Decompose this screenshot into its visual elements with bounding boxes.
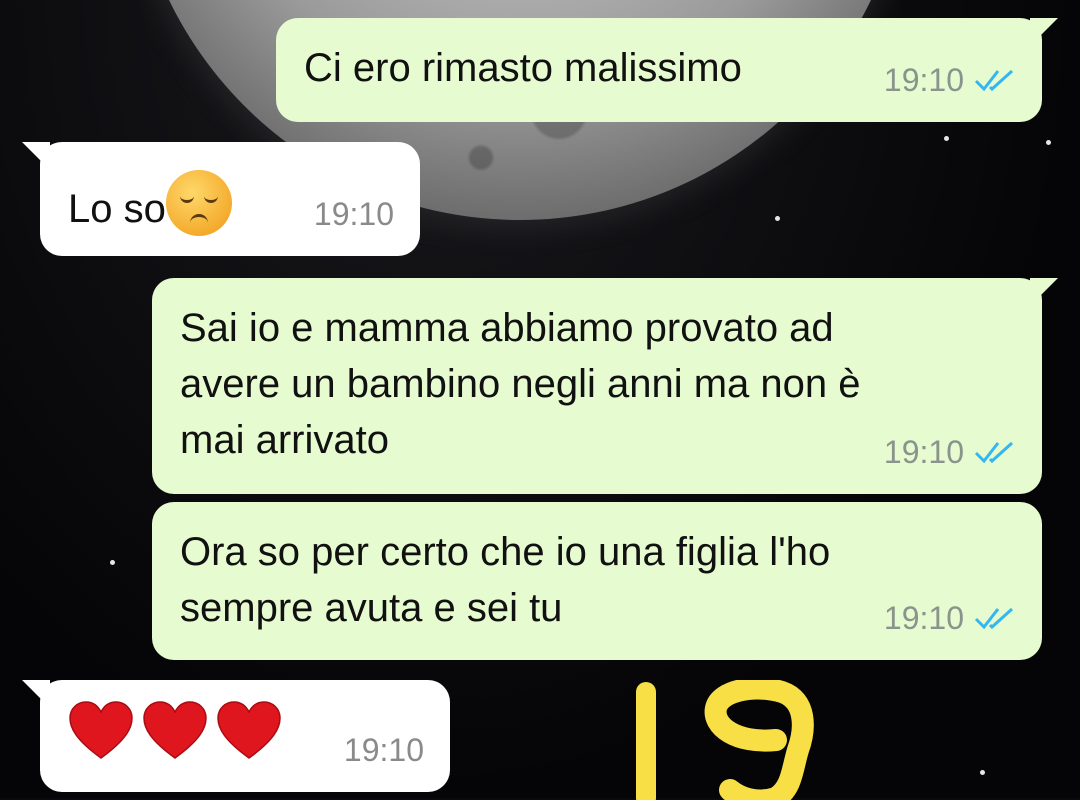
message-meta: 19:10 bbox=[884, 590, 1016, 646]
message-line: avere un bambino negli anni ma non è bbox=[180, 362, 861, 406]
red-heart-emoji-icon bbox=[69, 701, 133, 759]
message-line: Sai io e mamma abbiamo provato ad bbox=[180, 306, 834, 350]
double-check-icon bbox=[974, 441, 1014, 464]
red-heart-emoji-icon bbox=[143, 701, 207, 759]
message-bubble-outgoing[interactable]: Ci ero rimasto malissimo 19:10 bbox=[276, 18, 1058, 122]
message-time: 19:10 bbox=[343, 732, 424, 768]
message-line: Ora so per certo che io una figlia l'ho bbox=[180, 530, 831, 574]
message-bubble-outgoing[interactable]: Ora so per certo che io una figlia l'ho … bbox=[152, 502, 1042, 660]
message-content: Lo so bbox=[68, 170, 232, 237]
double-check-icon bbox=[974, 69, 1014, 92]
message-line: sempre avuta e sei tu bbox=[180, 586, 563, 630]
message-meta: 19:10 bbox=[884, 52, 1016, 108]
star-dot bbox=[775, 216, 780, 221]
message-time: 19:10 bbox=[883, 62, 964, 98]
hearts-emoji-group bbox=[68, 700, 290, 762]
star-dot bbox=[980, 770, 985, 775]
message-text: Lo so bbox=[68, 187, 166, 231]
message-time: 19:10 bbox=[313, 196, 394, 232]
handwritten-number-overlay: 19 bbox=[636, 680, 814, 800]
message-time: 19:10 bbox=[883, 434, 964, 470]
message-meta: 19:10 bbox=[344, 722, 424, 778]
message-bubble-incoming[interactable]: 19:10 bbox=[22, 680, 450, 792]
star-dot bbox=[944, 136, 949, 141]
message-line: mai arrivato bbox=[180, 418, 389, 462]
message-meta: 19:10 bbox=[884, 424, 1016, 480]
message-bubble-incoming[interactable]: Lo so 19:10 bbox=[22, 142, 420, 256]
message-bubble-outgoing[interactable]: Sai io e mamma abbiamo provato ad avere … bbox=[152, 278, 1058, 494]
message-time: 19:10 bbox=[883, 600, 964, 636]
message-text: Ci ero rimasto malissimo bbox=[304, 46, 742, 90]
message-text: Sai io e mamma abbiamo provato ad avere … bbox=[180, 300, 860, 468]
star-dot bbox=[1046, 140, 1051, 145]
message-meta: 19:10 bbox=[314, 186, 394, 242]
double-check-icon bbox=[974, 607, 1014, 630]
star-dot bbox=[110, 560, 115, 565]
red-heart-emoji-icon bbox=[217, 701, 281, 759]
pensive-face-emoji-icon bbox=[165, 170, 232, 236]
message-text: Ora so per certo che io una figlia l'ho … bbox=[180, 524, 830, 636]
